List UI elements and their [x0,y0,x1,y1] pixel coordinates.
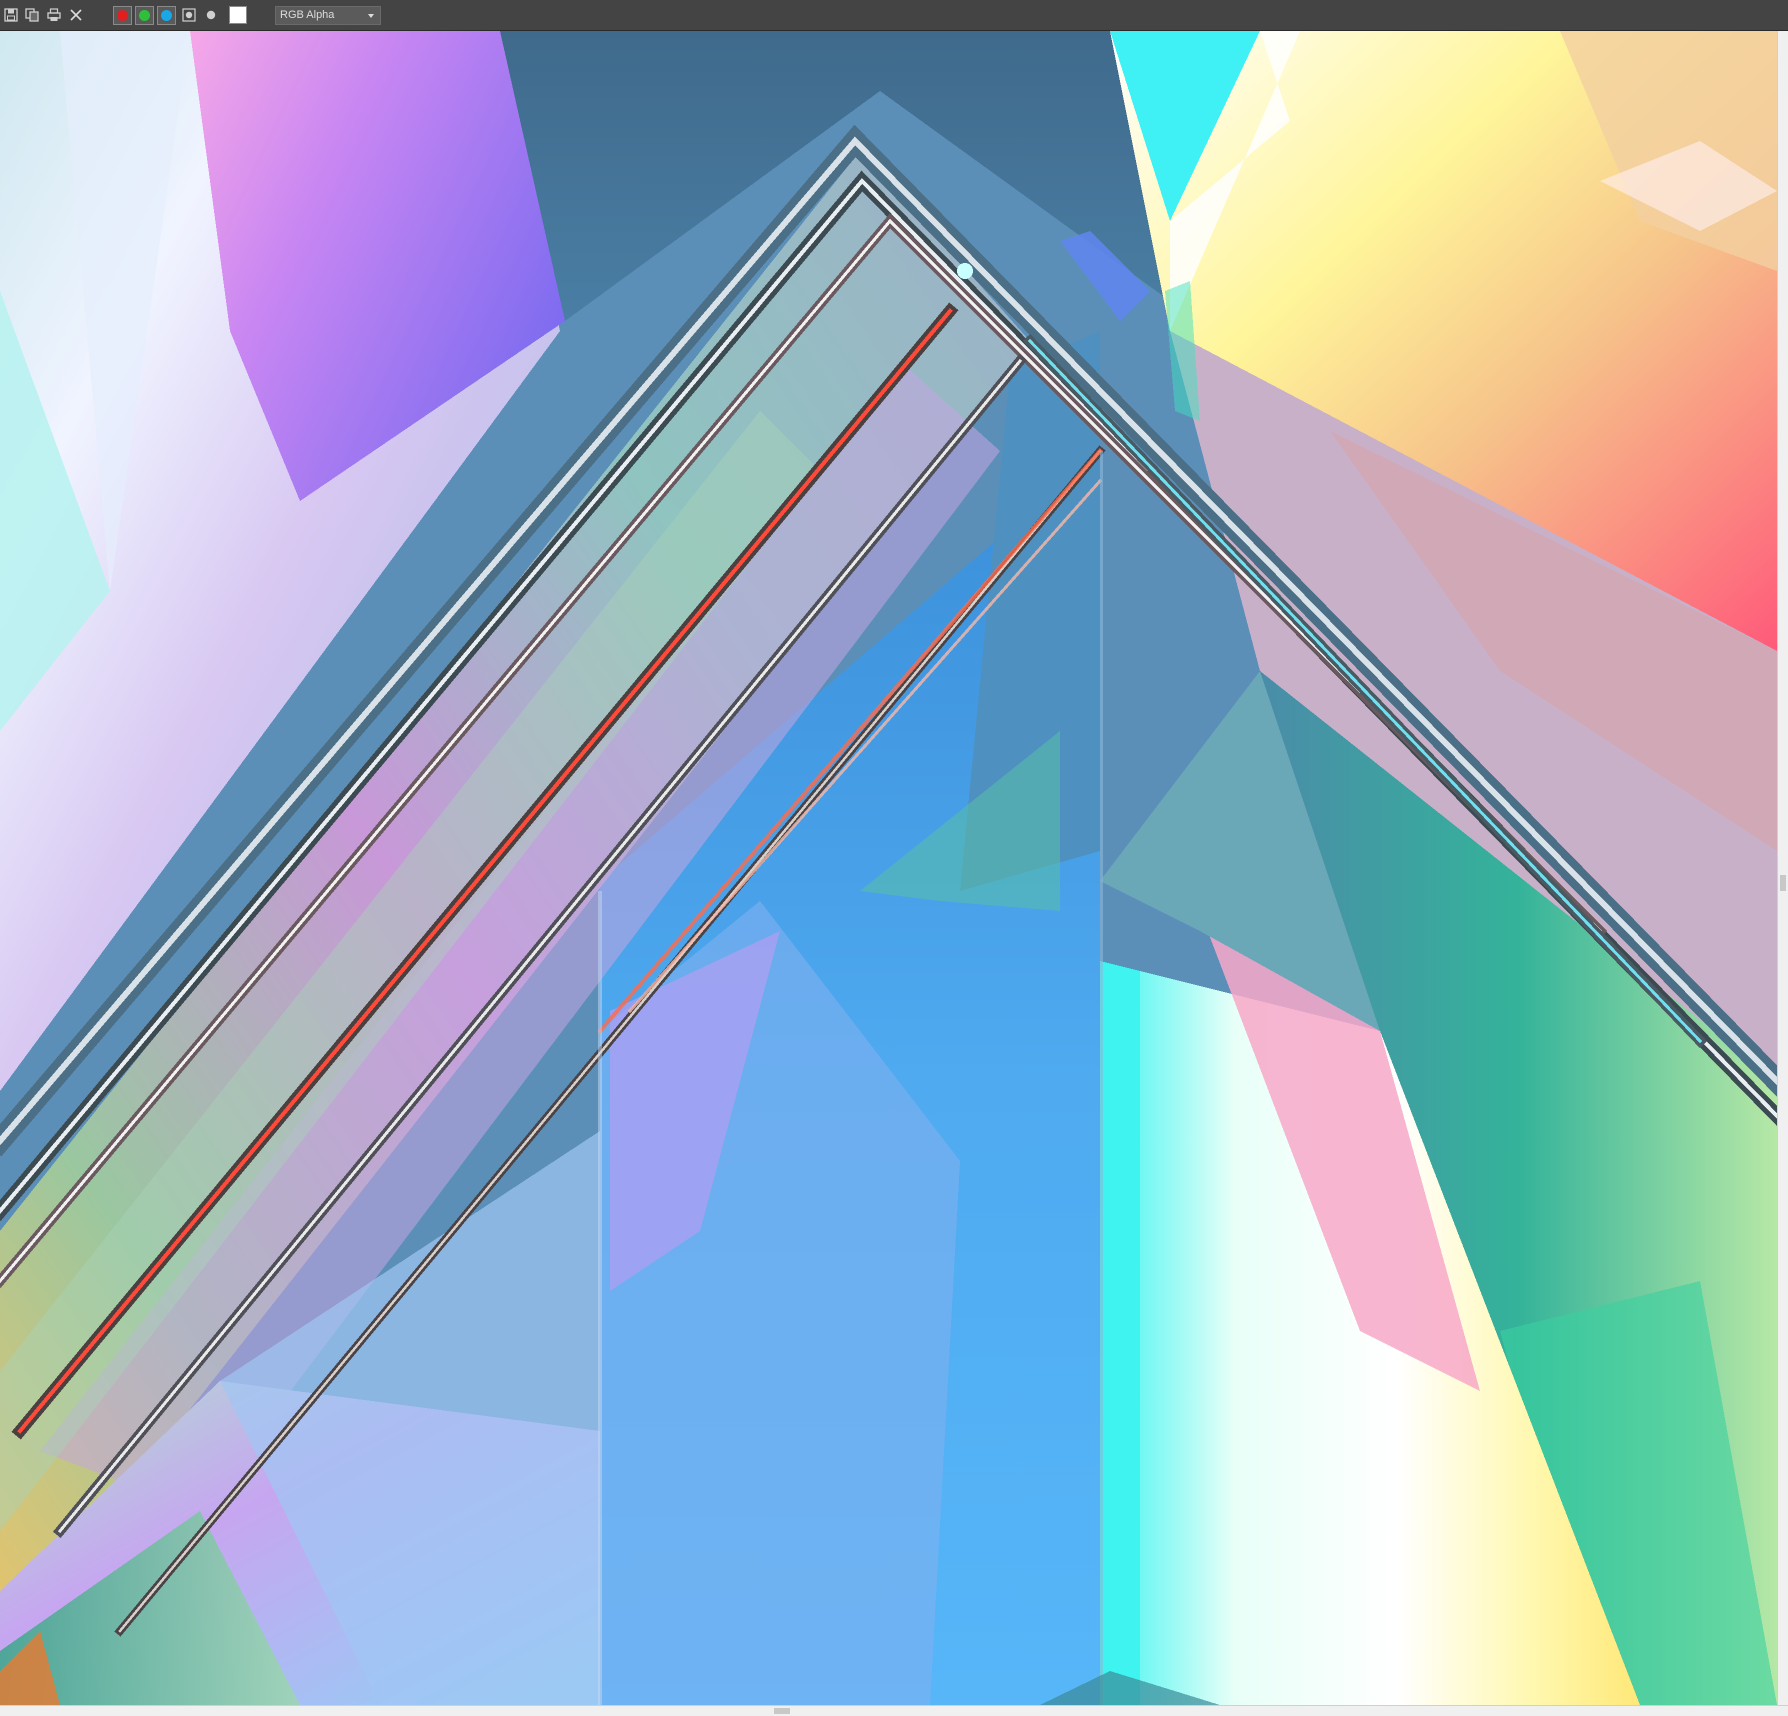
alpha-channel-icon [182,8,196,22]
display-channel-value: RGB Alpha [280,9,335,21]
clear-image-button[interactable] [66,5,86,25]
alpha-channel-toggle[interactable] [179,5,199,25]
green-channel-icon [139,10,150,21]
rendered-image [0,31,1777,1705]
vertical-scroll-thumb[interactable] [1780,875,1786,891]
save-image-button[interactable] [1,5,21,25]
color-swatch-icon [229,6,247,24]
horizontal-scrollbar[interactable] [0,1705,1788,1716]
copy-icon [25,8,39,22]
clone-image-button[interactable] [22,5,42,25]
print-image-button[interactable] [44,5,64,25]
chevron-down-icon [368,14,374,18]
monochrome-icon [204,8,218,22]
display-channel-dropdown[interactable]: RGB Alpha [275,6,381,25]
save-icon [4,8,18,22]
monochrome-toggle[interactable] [201,5,221,25]
blue-channel-icon [161,10,172,21]
close-icon [69,8,83,22]
red-channel-icon [117,10,128,21]
rendered-image-viewport[interactable] [0,31,1777,1705]
horizontal-scroll-thumb[interactable] [774,1708,790,1714]
blue-channel-toggle[interactable] [157,6,176,25]
vertical-scrollbar[interactable] [1777,31,1788,1705]
red-channel-toggle[interactable] [113,6,132,25]
green-channel-toggle[interactable] [135,6,154,25]
background-color-swatch[interactable] [228,5,248,25]
frame-buffer-toolbar: RGB Alpha [0,0,1788,31]
print-icon [47,8,61,22]
